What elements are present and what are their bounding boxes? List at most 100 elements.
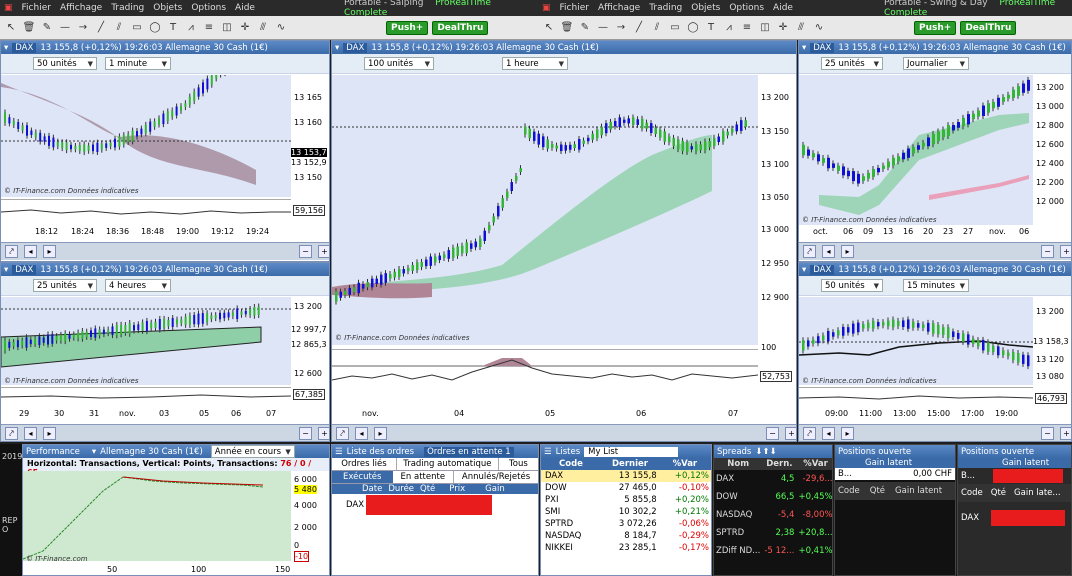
col-date[interactable]: Date [362,484,382,494]
fibonacci-icon[interactable]: ≡ [740,21,754,35]
price-chart[interactable] [799,297,1034,385]
wave-icon[interactable]: ∿ [274,21,288,35]
cursor-icon[interactable]: ↖ [4,21,18,35]
push-plus-button[interactable]: Push+ [914,20,957,35]
period-select[interactable]: 15 minutes ▼ [903,279,969,292]
tab-trading-auto[interactable]: Trading automatique [397,458,499,470]
position-row[interactable]: DAX [958,502,1071,534]
next-icon[interactable]: ▸ [374,427,387,440]
instrument-label[interactable]: DAX [343,42,368,53]
instrument-label[interactable]: DAX [12,264,37,275]
price-chart[interactable] [332,75,758,345]
arrow-icon[interactable]: → [614,21,628,35]
price-chart[interactable] [799,75,1033,225]
prev-icon[interactable]: ◂ [24,427,37,440]
tab-annules[interactable]: Annulés/Rejetés [454,471,538,483]
col-code[interactable]: Code [838,486,860,496]
col-code[interactable]: Code [961,488,983,498]
dealthru-button[interactable]: DealThru [960,20,1017,35]
tab-tous[interactable]: Tous [499,458,538,470]
menu-objets[interactable]: Objets [153,3,182,13]
zoom-out-icon[interactable]: − [299,245,312,258]
zoom-out-icon[interactable]: − [1041,245,1054,258]
arrow-icons[interactable]: ⬇⬆⬇ [755,447,776,457]
price-chart[interactable] [1,297,291,385]
parallel-icon[interactable]: ⫽ [650,21,664,35]
box-icon[interactable]: ◫ [758,21,772,35]
share-icon[interactable]: ⤤ [5,245,18,258]
dropdown-icon[interactable]: ▾ [4,265,8,275]
position-row[interactable]: B... [958,468,1071,484]
col-nom[interactable]: Nom [714,458,762,470]
next-icon[interactable]: ▸ [43,245,56,258]
fibonacci-icon[interactable]: ≡ [202,21,216,35]
col-qte[interactable]: Qté [870,486,885,496]
indicator-pane[interactable] [332,349,759,405]
share-icon[interactable]: ⤤ [803,245,816,258]
menu-options[interactable]: Options [191,3,226,13]
text-icon[interactable]: T [166,21,180,35]
zoom-in-icon[interactable]: + [318,245,329,258]
table-row[interactable]: NASDAQ -5,4 -8,00% [714,506,832,524]
zoom-out-icon[interactable]: − [299,427,312,440]
share-icon[interactable]: ⤤ [5,427,18,440]
col-var[interactable]: %Var [796,458,832,470]
menu-aide[interactable]: Aide [773,3,793,13]
col-qte[interactable]: Qté [991,488,1006,498]
col-gain[interactable]: Gain late... [1014,488,1060,498]
next-icon[interactable]: ▸ [43,427,56,440]
box-icon[interactable]: ◫ [220,21,234,35]
dropdown-icon[interactable]: ▾ [802,43,806,53]
hline-icon[interactable]: — [58,21,72,35]
units-select[interactable]: 25 unités ▼ [821,57,883,70]
table-row[interactable]: SMI 10 302,2 +0,21% [541,506,711,518]
prev-icon[interactable]: ◂ [822,427,835,440]
dropdown-icon[interactable]: ▾ [4,43,8,53]
performance-chart[interactable] [23,471,291,561]
menu-aide[interactable]: Aide [235,3,255,13]
line-icon[interactable]: ╱ [94,21,108,35]
units-select[interactable]: 50 unités ▼ [821,279,883,292]
col-dernier[interactable]: Dernier [601,458,658,470]
pencil-icon[interactable]: ✎ [578,21,592,35]
zoom-in-icon[interactable]: + [318,427,329,440]
menu-fichier[interactable]: Fichier [22,3,51,13]
crosshair-icon[interactable]: ✛ [238,21,252,35]
dropdown-icon[interactable]: ▾ [802,265,806,275]
period-select[interactable]: 4 heures ▼ [105,279,171,292]
zoom-out-icon[interactable]: − [1041,427,1054,440]
order-row[interactable]: DAX [332,494,538,516]
menu-objets[interactable]: Objets [691,3,720,13]
zigzag-icon[interactable]: ⩘ [184,21,198,35]
col-qte[interactable]: Qté [420,484,435,494]
instrument-label[interactable]: DAX [12,42,37,53]
col-gain-latent[interactable]: Gain latent [835,458,955,468]
instrument-label[interactable]: DAX [810,42,835,53]
menu-fichier[interactable]: Fichier [560,3,589,13]
trash-icon[interactable]: 🗑 [560,21,574,35]
next-icon[interactable]: ▸ [841,245,854,258]
wave-icon[interactable]: ∿ [812,21,826,35]
col-gain[interactable]: Gain [485,484,505,494]
channel-icon[interactable]: ⫻ [794,21,808,35]
col-gain[interactable]: Gain latent [895,486,942,496]
indicator-pane[interactable] [1,199,291,223]
position-row[interactable]: B... 0,00 CHF [835,468,955,480]
prev-icon[interactable]: ◂ [355,427,368,440]
col-prix[interactable]: Prix [449,484,465,494]
menu-options[interactable]: Options [729,3,764,13]
tab-ordres-lies[interactable]: Ordres liés [332,458,397,470]
table-row[interactable]: DOW 66,5 +0,45% [714,488,832,506]
col-dern[interactable]: Dern. [762,458,796,470]
table-row[interactable]: PXI 5 855,8 +0,20% [541,494,711,506]
hline-icon[interactable]: — [596,21,610,35]
prev-icon[interactable]: ◂ [24,245,37,258]
list-name-select[interactable]: My List [584,446,679,457]
instrument-label[interactable]: DAX [810,264,835,275]
ellipse-icon[interactable]: ◯ [148,21,162,35]
menu-trading[interactable]: Trading [649,3,682,13]
share-icon[interactable]: ⤤ [336,427,349,440]
zoom-in-icon[interactable]: + [785,427,796,440]
table-row[interactable]: SPTRD 3 072,26 -0,06% [541,518,711,530]
period-select[interactable]: 1 heure ▼ [502,57,568,70]
